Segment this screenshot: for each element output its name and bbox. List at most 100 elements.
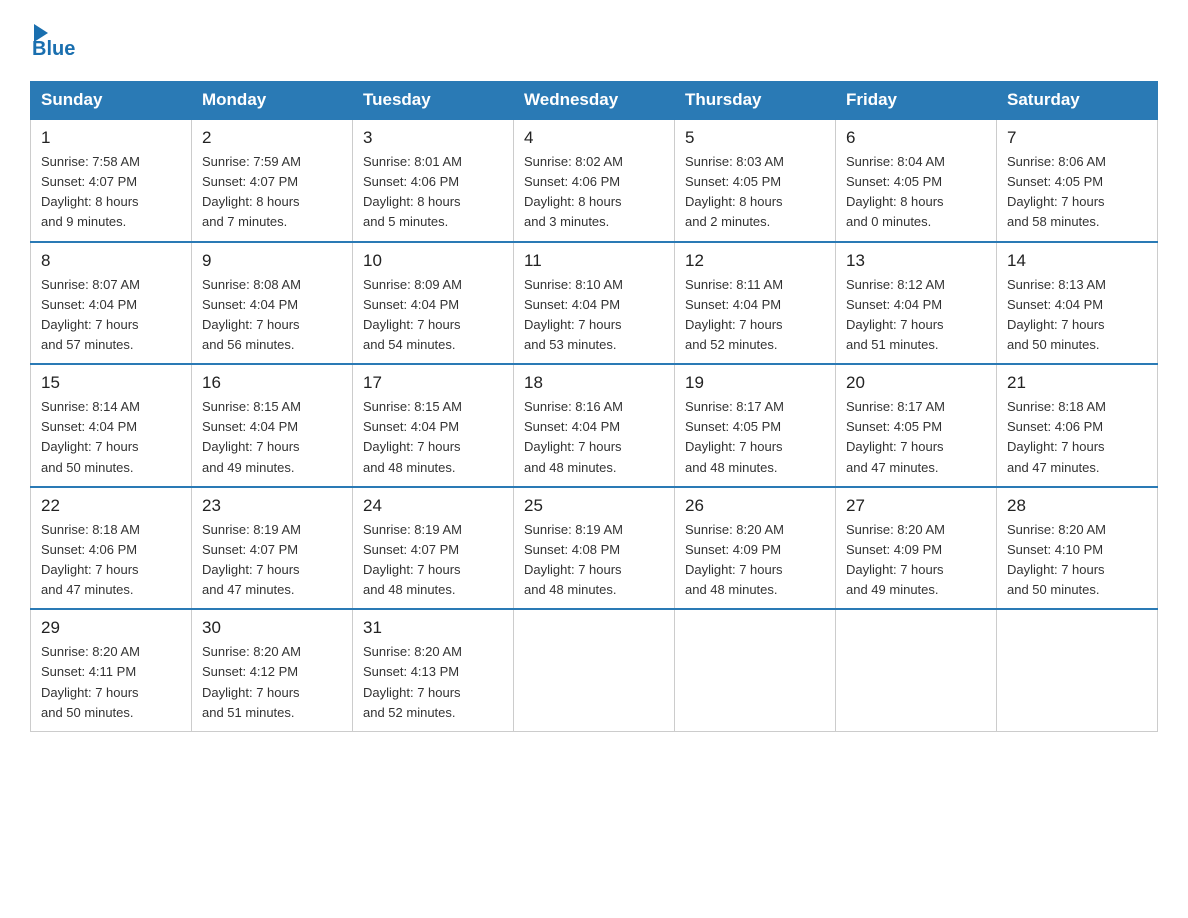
day-number: 3 bbox=[363, 128, 503, 148]
weekday-header-wednesday: Wednesday bbox=[514, 82, 675, 120]
calendar-cell: 29 Sunrise: 8:20 AMSunset: 4:11 PMDaylig… bbox=[31, 609, 192, 731]
calendar-week-row: 22 Sunrise: 8:18 AMSunset: 4:06 PMDaylig… bbox=[31, 487, 1158, 610]
day-number: 18 bbox=[524, 373, 664, 393]
day-number: 19 bbox=[685, 373, 825, 393]
calendar-cell: 23 Sunrise: 8:19 AMSunset: 4:07 PMDaylig… bbox=[192, 487, 353, 610]
day-info: Sunrise: 8:20 AMSunset: 4:12 PMDaylight:… bbox=[202, 644, 301, 719]
logo: Blue bbox=[30, 20, 75, 61]
weekday-header-sunday: Sunday bbox=[31, 82, 192, 120]
day-info: Sunrise: 8:15 AMSunset: 4:04 PMDaylight:… bbox=[363, 399, 462, 474]
calendar-cell: 10 Sunrise: 8:09 AMSunset: 4:04 PMDaylig… bbox=[353, 242, 514, 365]
weekday-header-row: SundayMondayTuesdayWednesdayThursdayFrid… bbox=[31, 82, 1158, 120]
calendar-cell bbox=[836, 609, 997, 731]
day-info: Sunrise: 8:18 AMSunset: 4:06 PMDaylight:… bbox=[41, 522, 140, 597]
day-info: Sunrise: 8:20 AMSunset: 4:10 PMDaylight:… bbox=[1007, 522, 1106, 597]
day-number: 6 bbox=[846, 128, 986, 148]
calendar-cell bbox=[675, 609, 836, 731]
calendar-cell: 27 Sunrise: 8:20 AMSunset: 4:09 PMDaylig… bbox=[836, 487, 997, 610]
day-number: 25 bbox=[524, 496, 664, 516]
weekday-header-monday: Monday bbox=[192, 82, 353, 120]
calendar-body: 1 Sunrise: 7:58 AMSunset: 4:07 PMDayligh… bbox=[31, 119, 1158, 731]
day-number: 26 bbox=[685, 496, 825, 516]
calendar-cell: 3 Sunrise: 8:01 AMSunset: 4:06 PMDayligh… bbox=[353, 119, 514, 242]
day-number: 24 bbox=[363, 496, 503, 516]
day-info: Sunrise: 8:19 AMSunset: 4:07 PMDaylight:… bbox=[202, 522, 301, 597]
page-header: Blue bbox=[30, 20, 1158, 61]
day-number: 23 bbox=[202, 496, 342, 516]
weekday-header-tuesday: Tuesday bbox=[353, 82, 514, 120]
day-number: 15 bbox=[41, 373, 181, 393]
day-number: 21 bbox=[1007, 373, 1147, 393]
calendar-cell: 13 Sunrise: 8:12 AMSunset: 4:04 PMDaylig… bbox=[836, 242, 997, 365]
day-number: 22 bbox=[41, 496, 181, 516]
day-info: Sunrise: 8:11 AMSunset: 4:04 PMDaylight:… bbox=[685, 277, 783, 352]
calendar-cell: 28 Sunrise: 8:20 AMSunset: 4:10 PMDaylig… bbox=[997, 487, 1158, 610]
day-number: 7 bbox=[1007, 128, 1147, 148]
day-number: 13 bbox=[846, 251, 986, 271]
day-number: 31 bbox=[363, 618, 503, 638]
day-number: 10 bbox=[363, 251, 503, 271]
calendar-cell: 31 Sunrise: 8:20 AMSunset: 4:13 PMDaylig… bbox=[353, 609, 514, 731]
day-number: 29 bbox=[41, 618, 181, 638]
day-number: 8 bbox=[41, 251, 181, 271]
calendar-table: SundayMondayTuesdayWednesdayThursdayFrid… bbox=[30, 81, 1158, 732]
calendar-cell: 24 Sunrise: 8:19 AMSunset: 4:07 PMDaylig… bbox=[353, 487, 514, 610]
calendar-week-row: 29 Sunrise: 8:20 AMSunset: 4:11 PMDaylig… bbox=[31, 609, 1158, 731]
day-info: Sunrise: 8:01 AMSunset: 4:06 PMDaylight:… bbox=[363, 154, 462, 229]
day-info: Sunrise: 8:13 AMSunset: 4:04 PMDaylight:… bbox=[1007, 277, 1106, 352]
day-info: Sunrise: 8:18 AMSunset: 4:06 PMDaylight:… bbox=[1007, 399, 1106, 474]
weekday-header-saturday: Saturday bbox=[997, 82, 1158, 120]
calendar-cell: 14 Sunrise: 8:13 AMSunset: 4:04 PMDaylig… bbox=[997, 242, 1158, 365]
day-number: 11 bbox=[524, 251, 664, 271]
weekday-header-friday: Friday bbox=[836, 82, 997, 120]
day-info: Sunrise: 8:02 AMSunset: 4:06 PMDaylight:… bbox=[524, 154, 623, 229]
day-info: Sunrise: 8:16 AMSunset: 4:04 PMDaylight:… bbox=[524, 399, 623, 474]
day-info: Sunrise: 8:09 AMSunset: 4:04 PMDaylight:… bbox=[363, 277, 462, 352]
calendar-cell: 22 Sunrise: 8:18 AMSunset: 4:06 PMDaylig… bbox=[31, 487, 192, 610]
day-number: 9 bbox=[202, 251, 342, 271]
day-info: Sunrise: 7:59 AMSunset: 4:07 PMDaylight:… bbox=[202, 154, 301, 229]
day-info: Sunrise: 8:19 AMSunset: 4:07 PMDaylight:… bbox=[363, 522, 462, 597]
calendar-cell: 17 Sunrise: 8:15 AMSunset: 4:04 PMDaylig… bbox=[353, 364, 514, 487]
day-number: 4 bbox=[524, 128, 664, 148]
calendar-cell: 11 Sunrise: 8:10 AMSunset: 4:04 PMDaylig… bbox=[514, 242, 675, 365]
day-info: Sunrise: 8:15 AMSunset: 4:04 PMDaylight:… bbox=[202, 399, 301, 474]
calendar-cell: 9 Sunrise: 8:08 AMSunset: 4:04 PMDayligh… bbox=[192, 242, 353, 365]
day-info: Sunrise: 8:03 AMSunset: 4:05 PMDaylight:… bbox=[685, 154, 784, 229]
day-info: Sunrise: 8:07 AMSunset: 4:04 PMDaylight:… bbox=[41, 277, 140, 352]
calendar-cell: 8 Sunrise: 8:07 AMSunset: 4:04 PMDayligh… bbox=[31, 242, 192, 365]
calendar-cell: 7 Sunrise: 8:06 AMSunset: 4:05 PMDayligh… bbox=[997, 119, 1158, 242]
calendar-cell: 25 Sunrise: 8:19 AMSunset: 4:08 PMDaylig… bbox=[514, 487, 675, 610]
day-number: 28 bbox=[1007, 496, 1147, 516]
calendar-cell: 26 Sunrise: 8:20 AMSunset: 4:09 PMDaylig… bbox=[675, 487, 836, 610]
calendar-cell: 5 Sunrise: 8:03 AMSunset: 4:05 PMDayligh… bbox=[675, 119, 836, 242]
day-info: Sunrise: 8:20 AMSunset: 4:11 PMDaylight:… bbox=[41, 644, 140, 719]
calendar-week-row: 15 Sunrise: 8:14 AMSunset: 4:04 PMDaylig… bbox=[31, 364, 1158, 487]
day-info: Sunrise: 8:20 AMSunset: 4:13 PMDaylight:… bbox=[363, 644, 462, 719]
day-number: 5 bbox=[685, 128, 825, 148]
calendar-cell: 6 Sunrise: 8:04 AMSunset: 4:05 PMDayligh… bbox=[836, 119, 997, 242]
calendar-cell: 18 Sunrise: 8:16 AMSunset: 4:04 PMDaylig… bbox=[514, 364, 675, 487]
day-info: Sunrise: 8:04 AMSunset: 4:05 PMDaylight:… bbox=[846, 154, 945, 229]
calendar-cell: 19 Sunrise: 8:17 AMSunset: 4:05 PMDaylig… bbox=[675, 364, 836, 487]
day-info: Sunrise: 8:19 AMSunset: 4:08 PMDaylight:… bbox=[524, 522, 623, 597]
calendar-cell: 20 Sunrise: 8:17 AMSunset: 4:05 PMDaylig… bbox=[836, 364, 997, 487]
weekday-header-thursday: Thursday bbox=[675, 82, 836, 120]
calendar-cell: 15 Sunrise: 8:14 AMSunset: 4:04 PMDaylig… bbox=[31, 364, 192, 487]
calendar-header: SundayMondayTuesdayWednesdayThursdayFrid… bbox=[31, 82, 1158, 120]
day-number: 20 bbox=[846, 373, 986, 393]
calendar-week-row: 8 Sunrise: 8:07 AMSunset: 4:04 PMDayligh… bbox=[31, 242, 1158, 365]
day-info: Sunrise: 8:06 AMSunset: 4:05 PMDaylight:… bbox=[1007, 154, 1106, 229]
day-number: 16 bbox=[202, 373, 342, 393]
day-info: Sunrise: 8:17 AMSunset: 4:05 PMDaylight:… bbox=[685, 399, 784, 474]
calendar-cell: 1 Sunrise: 7:58 AMSunset: 4:07 PMDayligh… bbox=[31, 119, 192, 242]
calendar-cell: 30 Sunrise: 8:20 AMSunset: 4:12 PMDaylig… bbox=[192, 609, 353, 731]
calendar-cell: 16 Sunrise: 8:15 AMSunset: 4:04 PMDaylig… bbox=[192, 364, 353, 487]
day-info: Sunrise: 8:12 AMSunset: 4:04 PMDaylight:… bbox=[846, 277, 945, 352]
day-info: Sunrise: 8:14 AMSunset: 4:04 PMDaylight:… bbox=[41, 399, 140, 474]
day-number: 17 bbox=[363, 373, 503, 393]
day-info: Sunrise: 8:20 AMSunset: 4:09 PMDaylight:… bbox=[685, 522, 784, 597]
day-number: 27 bbox=[846, 496, 986, 516]
day-number: 14 bbox=[1007, 251, 1147, 271]
calendar-cell bbox=[514, 609, 675, 731]
